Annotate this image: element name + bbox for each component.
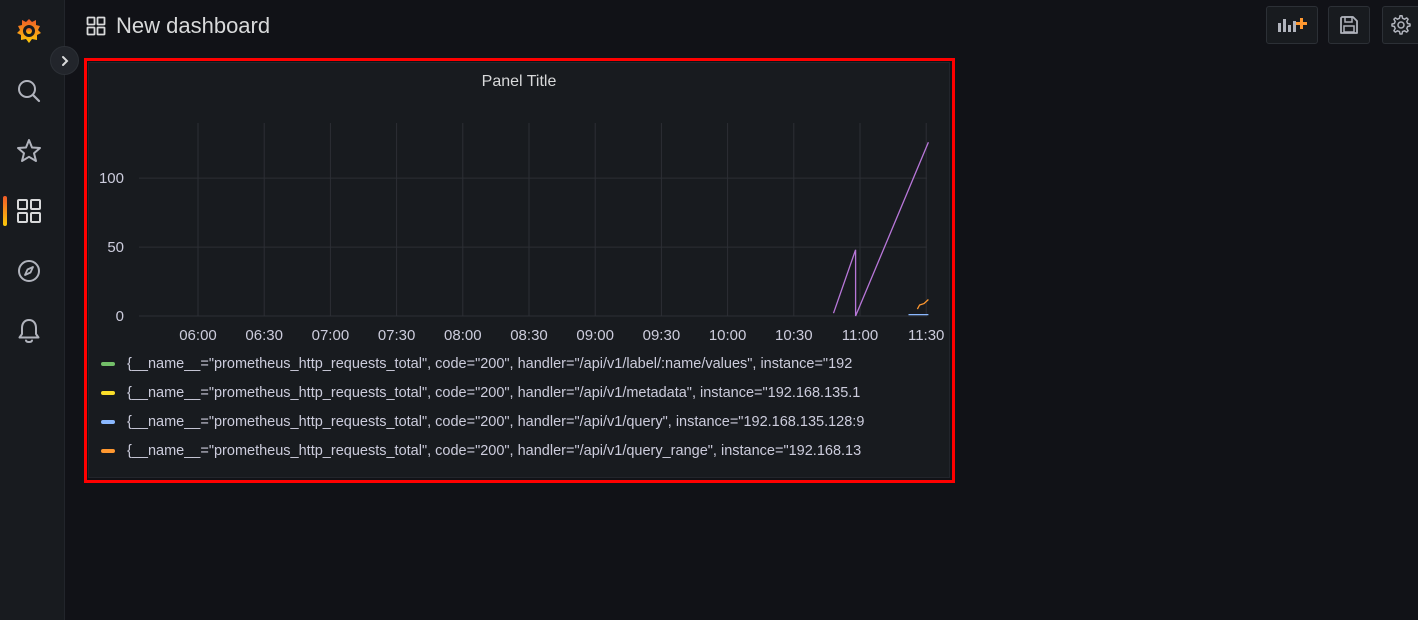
chart-area: 06:00 06:30 07:00 07:30 08:00 08:30 09:00 09:30… bbox=[99, 123, 944, 343]
legend-label: {__name__="prometheus_http_requests_tota… bbox=[127, 442, 862, 459]
x-tick-label: 11:00 bbox=[842, 327, 878, 343]
legend-label: {__name__="prometheus_http_requests_tota… bbox=[127, 355, 853, 372]
x-tick-label: 07:00 bbox=[312, 327, 350, 343]
series-line bbox=[916, 299, 929, 310]
legend-label: {__name__="prometheus_http_requests_tota… bbox=[127, 384, 861, 401]
legend-item[interactable]: {__name__="prometheus_http_requests_tota… bbox=[101, 349, 939, 378]
x-tick-label: 08:00 bbox=[444, 327, 482, 343]
x-tick-label: 07:30 bbox=[378, 327, 416, 343]
series-line bbox=[832, 142, 929, 317]
legend-item[interactable]: {__name__="prometheus_http_requests_tota… bbox=[101, 436, 939, 465]
x-tick-label: 06:00 bbox=[179, 327, 217, 343]
dashboard-settings-button[interactable] bbox=[1382, 6, 1418, 44]
star-icon[interactable] bbox=[14, 136, 44, 166]
add-panel-icon bbox=[1278, 18, 1307, 32]
x-tick-label: 10:00 bbox=[709, 327, 747, 343]
active-indicator bbox=[3, 196, 7, 226]
x-tick-label: 06:30 bbox=[245, 327, 283, 343]
legend-color-swatch bbox=[101, 390, 115, 395]
x-tick-label: 09:30 bbox=[643, 327, 681, 343]
save-icon bbox=[1340, 16, 1358, 34]
y-tick-label: 100 bbox=[99, 170, 124, 187]
chevron-right-icon bbox=[61, 55, 68, 66]
x-tick-label: 11:30 bbox=[908, 327, 944, 343]
sidebar-expand-button[interactable] bbox=[50, 46, 79, 75]
sidebar bbox=[0, 0, 65, 620]
x-tick-label: 08:30 bbox=[510, 327, 548, 343]
legend-color-swatch bbox=[101, 419, 115, 424]
legend: {__name__="prometheus_http_requests_tota… bbox=[101, 349, 939, 465]
legend-color-swatch bbox=[101, 448, 115, 453]
legend-label: {__name__="prometheus_http_requests_tota… bbox=[127, 413, 865, 430]
grafana-logo-icon[interactable] bbox=[14, 16, 44, 46]
page-title[interactable]: New dashboard bbox=[116, 13, 270, 39]
search-icon[interactable] bbox=[14, 76, 44, 106]
breadcrumb: New dashboard bbox=[86, 12, 270, 40]
add-panel-button[interactable] bbox=[1266, 6, 1318, 44]
save-dashboard-button[interactable] bbox=[1328, 6, 1370, 44]
x-tick-label: 10:30 bbox=[775, 327, 813, 343]
y-tick-label: 0 bbox=[116, 308, 124, 325]
dashboard-grid-icon bbox=[86, 16, 106, 36]
y-tick-label: 50 bbox=[107, 239, 124, 256]
x-tick-label: 09:00 bbox=[576, 327, 614, 343]
explore-icon[interactable] bbox=[14, 256, 44, 286]
legend-item[interactable]: {__name__="prometheus_http_requests_tota… bbox=[101, 378, 939, 407]
settings-icon bbox=[1390, 14, 1411, 35]
alerting-icon[interactable] bbox=[14, 316, 44, 346]
legend-item[interactable]: {__name__="prometheus_http_requests_tota… bbox=[101, 407, 939, 436]
dashboards-icon[interactable] bbox=[14, 196, 44, 226]
legend-color-swatch bbox=[101, 361, 115, 366]
graph-panel[interactable]: Panel Title 06:00 06:30 07:00 07:30 08:00 08:… bbox=[88, 62, 950, 478]
